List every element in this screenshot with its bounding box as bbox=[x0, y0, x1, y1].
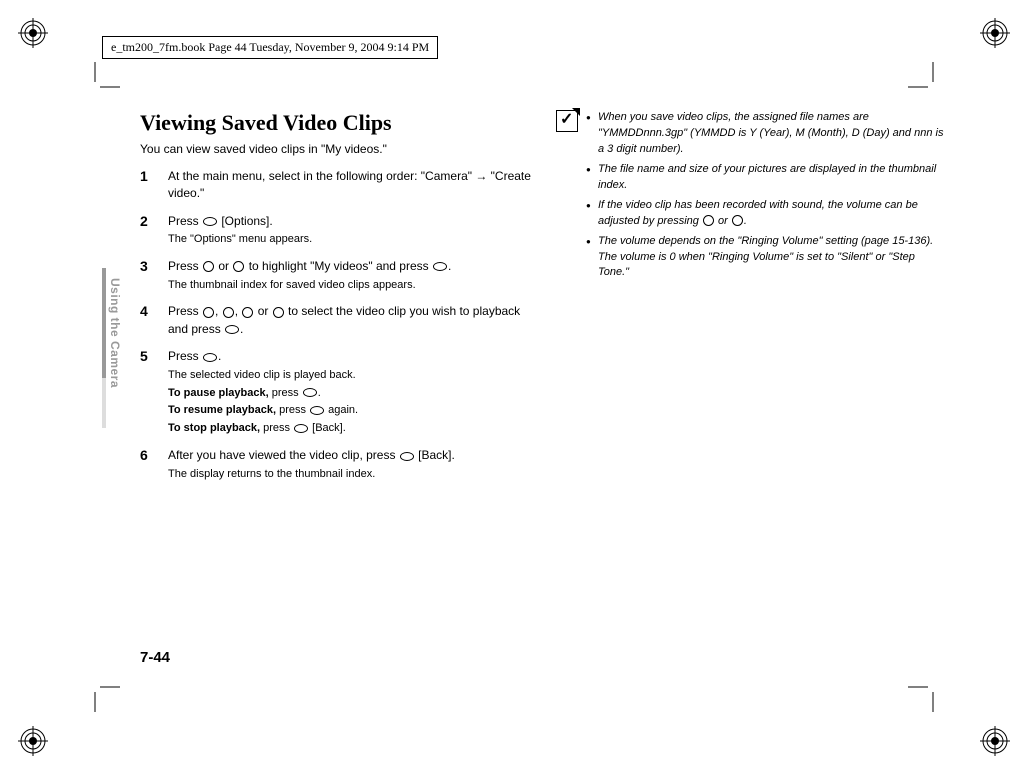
step-number: 1 bbox=[140, 168, 154, 203]
notes-list: When you save video clips, the assigned … bbox=[586, 110, 948, 285]
step-text: Press bbox=[168, 259, 202, 273]
step-number: 6 bbox=[140, 447, 154, 482]
left-column: Viewing Saved Video Clips You can view s… bbox=[140, 110, 532, 674]
note-icon bbox=[556, 110, 578, 132]
down-key-icon bbox=[732, 215, 743, 226]
step-text: [Back]. bbox=[415, 448, 455, 462]
crop-mark bbox=[70, 662, 120, 712]
center-key-icon bbox=[203, 353, 217, 362]
side-tab-bar bbox=[102, 268, 106, 378]
step-number: 4 bbox=[140, 303, 154, 338]
step: 2 Press [Options]. The "Options" menu ap… bbox=[140, 213, 532, 248]
down-key-icon bbox=[223, 307, 234, 318]
registration-mark bbox=[18, 18, 78, 78]
step-sub: The "Options" menu appears. bbox=[168, 232, 532, 248]
up-key-icon bbox=[703, 215, 714, 226]
step-body: Press or to highlight "My videos" and pr… bbox=[168, 258, 532, 293]
center-key-icon bbox=[303, 388, 317, 397]
registration-mark bbox=[950, 696, 1010, 756]
step-text: press bbox=[276, 404, 309, 416]
right-column: When you save video clips, the assigned … bbox=[556, 110, 948, 674]
page-number: 7-44 bbox=[140, 649, 170, 666]
softkey-icon bbox=[294, 424, 308, 433]
crop-mark bbox=[908, 62, 958, 112]
step-sub: The thumbnail index for saved video clip… bbox=[168, 278, 532, 294]
crop-mark bbox=[70, 62, 120, 112]
step-number: 5 bbox=[140, 348, 154, 437]
note-item: If the video clip has been recorded with… bbox=[586, 198, 948, 230]
step-number: 2 bbox=[140, 213, 154, 248]
note-text: . bbox=[744, 215, 747, 227]
step-body: Press , , or to select the video clip yo… bbox=[168, 303, 532, 338]
bold-label: To pause playback, bbox=[168, 387, 269, 399]
step-text: or bbox=[215, 259, 232, 273]
note-item: When you save video clips, the assigned … bbox=[586, 110, 948, 158]
step-text: press bbox=[269, 387, 302, 399]
page-content: Viewing Saved Video Clips You can view s… bbox=[140, 110, 948, 674]
note-item: The volume depends on the "Ringing Volum… bbox=[586, 234, 948, 282]
step-text: press bbox=[260, 422, 293, 434]
step-sub: To stop playback, press [Back]. bbox=[168, 421, 532, 437]
step-text: [Back]. bbox=[309, 422, 346, 434]
step-text: [Options]. bbox=[218, 214, 273, 228]
step-sub: The selected video clip is played back. bbox=[168, 368, 532, 384]
step-sub: To resume playback, press again. bbox=[168, 403, 532, 419]
registration-mark bbox=[950, 18, 1010, 78]
intro-text: You can view saved video clips in "My vi… bbox=[140, 142, 532, 156]
step: 3 Press or to highlight "My videos" and … bbox=[140, 258, 532, 293]
center-key-icon bbox=[225, 325, 239, 334]
step-text: . bbox=[318, 387, 321, 399]
up-key-icon bbox=[203, 261, 214, 272]
bold-label: To stop playback, bbox=[168, 422, 260, 434]
softkey-icon bbox=[203, 217, 217, 226]
page-header: e_tm200_7fm.book Page 44 Tuesday, Novemb… bbox=[102, 36, 438, 59]
step-text: . bbox=[240, 322, 243, 336]
step-sub: To pause playback, press . bbox=[168, 386, 532, 402]
step-sub: The display returns to the thumbnail ind… bbox=[168, 467, 532, 483]
down-key-icon bbox=[233, 261, 244, 272]
step-text: Press bbox=[168, 304, 202, 318]
note-item: The file name and size of your pictures … bbox=[586, 162, 948, 194]
note-text: If the video clip has been recorded with… bbox=[598, 199, 918, 227]
left-key-icon bbox=[242, 307, 253, 318]
step-number: 3 bbox=[140, 258, 154, 293]
step-text: After you have viewed the video clip, pr… bbox=[168, 448, 399, 462]
step-text: Press bbox=[168, 214, 202, 228]
note-block: When you save video clips, the assigned … bbox=[556, 110, 948, 285]
step-text: , bbox=[235, 304, 242, 318]
step-text: or bbox=[254, 304, 271, 318]
side-tab-bar bbox=[102, 378, 106, 428]
registration-mark bbox=[18, 696, 78, 756]
step-text: . bbox=[218, 349, 221, 363]
page-title: Viewing Saved Video Clips bbox=[140, 110, 532, 136]
section-label: Using the Camera bbox=[108, 278, 122, 388]
note-text: or bbox=[715, 215, 731, 227]
step-text: , bbox=[215, 304, 222, 318]
softkey-icon bbox=[400, 452, 414, 461]
step: 6 After you have viewed the video clip, … bbox=[140, 447, 532, 482]
step-text: . bbox=[448, 259, 451, 273]
step-text: Press bbox=[168, 349, 202, 363]
step-text: to highlight "My videos" and press bbox=[245, 259, 432, 273]
bold-label: To resume playback, bbox=[168, 404, 276, 416]
step: 4 Press , , or to select the video clip … bbox=[140, 303, 532, 338]
step-text: again. bbox=[325, 404, 358, 416]
center-key-icon bbox=[433, 262, 447, 271]
right-key-icon bbox=[273, 307, 284, 318]
center-key-icon bbox=[310, 406, 324, 415]
step-body: After you have viewed the video clip, pr… bbox=[168, 447, 532, 482]
step: 5 Press . The selected video clip is pla… bbox=[140, 348, 532, 437]
up-key-icon bbox=[203, 307, 214, 318]
step-body: At the main menu, select in the followin… bbox=[168, 168, 532, 203]
step-body: Press . The selected video clip is playe… bbox=[168, 348, 532, 437]
step: 1 At the main menu, select in the follow… bbox=[140, 168, 532, 203]
step-body: Press [Options]. The "Options" menu appe… bbox=[168, 213, 532, 248]
